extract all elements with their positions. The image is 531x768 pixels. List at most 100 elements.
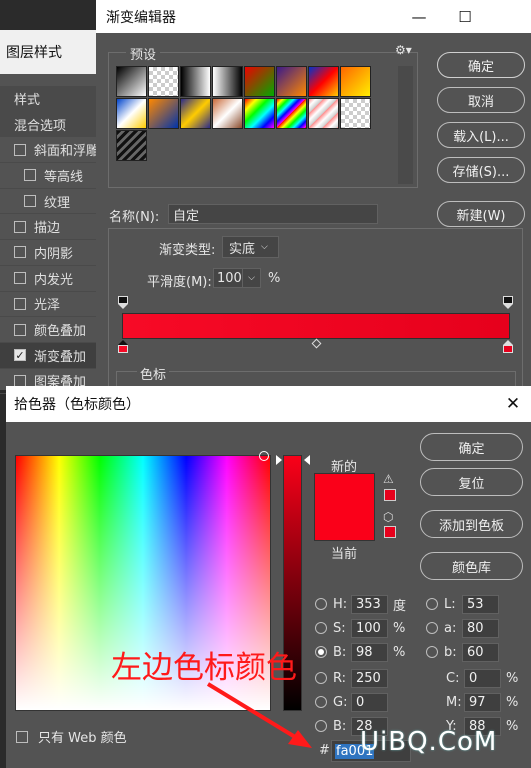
layer-style-item[interactable]: 内阴影 (0, 240, 100, 266)
layer-style-checkbox[interactable] (14, 297, 26, 310)
current-color-swatch[interactable] (314, 507, 375, 541)
gradient-editor-title: 渐变编辑器 (106, 9, 176, 26)
layer-style-item[interactable]: 渐变叠加 (0, 342, 100, 369)
web-safe-swatch[interactable] (384, 526, 396, 538)
web-colors-only-checkbox[interactable]: 只有 Web 颜色 (16, 727, 127, 746)
brightness-label: B: (333, 644, 347, 660)
preset-swatch[interactable] (308, 98, 339, 129)
gradient-preview-bar[interactable] (122, 313, 510, 339)
preset-swatch[interactable] (244, 98, 275, 129)
preset-swatch[interactable] (180, 98, 211, 129)
saturation-radio[interactable] (315, 622, 327, 634)
gamut-swatch[interactable] (384, 489, 396, 501)
slider-handle-right[interactable] (304, 455, 310, 465)
layer-style-checkbox[interactable] (14, 220, 26, 233)
lab-a-radio[interactable] (426, 622, 438, 634)
preset-swatch[interactable] (180, 66, 211, 97)
smoothness-input[interactable]: 100 (213, 268, 243, 288)
reset-button[interactable]: 复位 (420, 468, 523, 496)
green-input[interactable]: 0 (351, 692, 388, 712)
gamut-warning-icon[interactable]: ⚠ (383, 473, 397, 486)
cyan-input[interactable]: 0 (464, 668, 501, 688)
layer-style-item-label: 纹理 (44, 195, 71, 211)
maximize-icon[interactable]: ☐ (442, 0, 488, 33)
layer-style-checkbox[interactable] (14, 246, 26, 259)
web-colors-only-box[interactable] (16, 730, 28, 743)
annotation-arrow-icon (206, 682, 312, 748)
preset-swatch[interactable] (212, 98, 243, 129)
layer-style-checkbox[interactable] (14, 323, 26, 336)
slider-handle-left[interactable] (276, 455, 282, 465)
ok-button[interactable]: 确定 (437, 52, 525, 78)
preset-swatch[interactable] (148, 66, 179, 97)
layer-style-checkbox[interactable] (24, 169, 36, 182)
layer-style-checkbox[interactable] (14, 272, 26, 285)
lab-l-radio[interactable] (426, 598, 438, 610)
close-icon[interactable]: ✕ (495, 386, 531, 422)
preset-swatch[interactable] (340, 98, 371, 129)
ok-button[interactable]: 确定 (420, 433, 523, 461)
preset-swatch[interactable] (116, 130, 147, 161)
load-button[interactable]: 载入(L)... (437, 122, 525, 148)
preset-swatch[interactable] (116, 98, 147, 129)
layer-style-checkbox[interactable] (14, 143, 26, 156)
lab-l-input[interactable]: 53 (462, 594, 499, 614)
new-button[interactable]: 新建(W) (437, 201, 525, 227)
preset-swatch[interactable] (308, 66, 339, 97)
brightness-input[interactable]: 98 (351, 642, 388, 662)
preset-swatch[interactable] (116, 66, 147, 97)
web-cube-icon[interactable]: ⬡ (383, 510, 397, 524)
layer-style-item[interactable]: 混合选项 (0, 111, 100, 138)
cyan-unit: % (506, 670, 519, 686)
brightness-radio[interactable] (315, 646, 327, 658)
preset-swatch[interactable] (340, 66, 371, 97)
chevron-down-icon: ⌵ (261, 242, 268, 252)
saturation-unit: % (393, 620, 406, 636)
hue-radio[interactable] (315, 598, 327, 610)
layer-style-item-label: 光泽 (34, 298, 61, 314)
opacity-stop-left[interactable] (118, 296, 128, 310)
lab-a-input[interactable]: 80 (462, 618, 499, 638)
magenta-input[interactable]: 97 (464, 692, 501, 712)
layer-style-item[interactable]: 光泽 (0, 292, 100, 318)
minimize-icon[interactable]: — (396, 0, 442, 33)
presets-label: 预设 (126, 44, 161, 63)
presets-scrollbar[interactable] (398, 66, 413, 184)
preset-swatch[interactable] (276, 98, 307, 129)
add-to-swatches-button[interactable]: 添加到色板 (420, 510, 523, 538)
save-button[interactable]: 存储(S)... (437, 157, 525, 183)
saturation-input[interactable]: 100 (351, 618, 388, 638)
layer-style-item-label: 样式 (14, 92, 41, 108)
gear-icon[interactable]: ⚙▾ (395, 43, 412, 57)
lab-b-radio[interactable] (426, 646, 438, 658)
opacity-stop-right[interactable] (503, 296, 513, 310)
gradient-type-select[interactable]: 实底 ⌵ (222, 236, 279, 258)
layer-style-item[interactable]: 内发光 (0, 266, 100, 292)
layer-style-item[interactable]: 描边 (0, 214, 100, 241)
name-input[interactable]: 自定 (168, 204, 378, 224)
layer-style-checkbox[interactable] (24, 195, 36, 208)
layer-style-item[interactable]: 样式 (0, 86, 100, 112)
preset-swatch[interactable] (148, 98, 179, 129)
color-stop-left[interactable] (118, 340, 128, 354)
layer-style-item[interactable]: 颜色叠加 (0, 317, 100, 343)
color-stop-right[interactable] (503, 340, 513, 354)
cyan-label: C: (446, 670, 460, 686)
chevron-down-icon[interactable]: ⌵ (243, 268, 261, 288)
lab-b-input[interactable]: 60 (462, 642, 499, 662)
color-field-cursor[interactable] (259, 451, 269, 461)
layer-style-item[interactable]: 斜面和浮雕 (0, 137, 100, 164)
lab-l-label: L: (444, 596, 456, 612)
preset-swatch[interactable] (276, 66, 307, 97)
layer-style-item[interactable]: 纹理 (0, 189, 100, 215)
layer-style-checkbox[interactable] (14, 349, 26, 362)
preset-swatch[interactable] (244, 66, 275, 97)
layer-style-item[interactable]: 等高线 (0, 163, 100, 189)
color-library-button[interactable]: 颜色库 (420, 552, 523, 580)
red-input[interactable]: 250 (351, 668, 388, 688)
color-picker-titlebar[interactable]: 拾色器（色标颜色） ✕ (6, 386, 531, 422)
gradient-editor-titlebar[interactable]: 渐变编辑器 — ☐ (96, 0, 531, 33)
cancel-button[interactable]: 取消 (437, 87, 525, 113)
hue-input[interactable]: 353 (351, 594, 388, 614)
preset-swatch[interactable] (212, 66, 243, 97)
